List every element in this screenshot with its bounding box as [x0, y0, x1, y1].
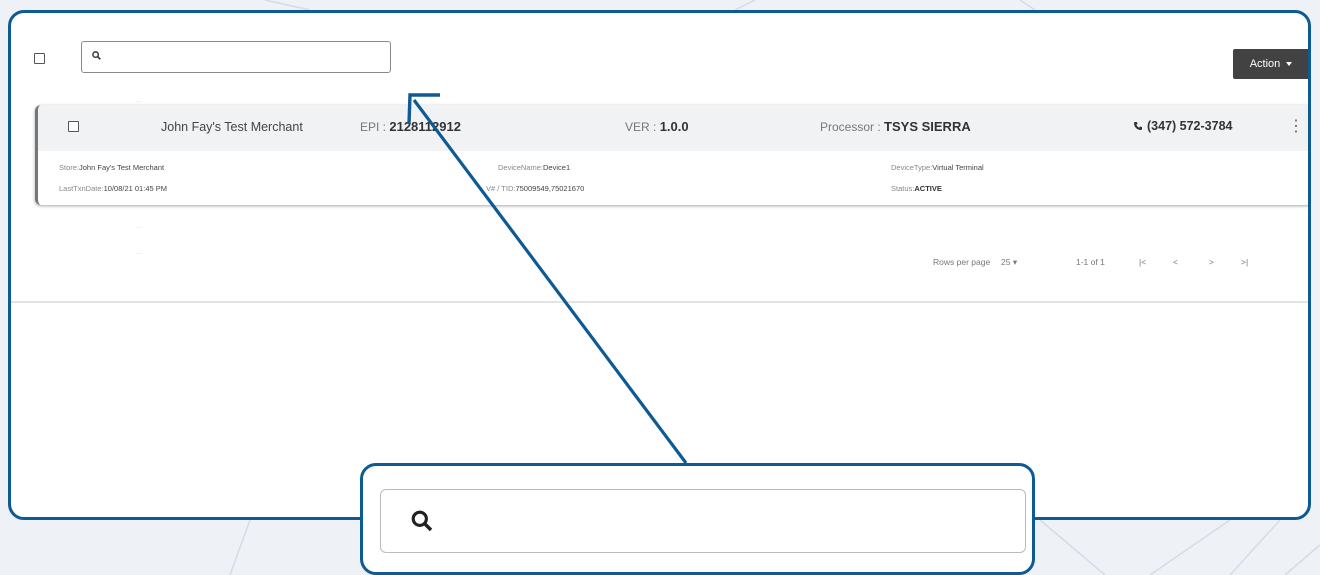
merchant-name: John Fay's Test Merchant — [161, 120, 303, 134]
version-field: VER : 1.0.0 — [625, 119, 689, 134]
phone-icon — [1134, 122, 1142, 130]
device-row-checkbox[interactable] — [68, 121, 79, 132]
ghost-row: — — [136, 225, 142, 231]
last-page-button[interactable]: >| — [1241, 257, 1248, 267]
section-divider — [11, 301, 1308, 303]
device-card[interactable]: John Fay's Test Merchant EPI : 212811291… — [35, 105, 1308, 205]
device-list-panel: Action — — — John Fay's Test Merchant EP… — [8, 10, 1311, 520]
search-icon — [411, 510, 433, 532]
search-icon — [92, 51, 101, 60]
next-page-button[interactable]: > — [1209, 257, 1214, 267]
caret-down-icon: ▾ — [1012, 257, 1018, 267]
rows-per-page-label: Rows per page — [933, 257, 991, 267]
device-type-detail: DeviceType:Virtual Terminal — [891, 163, 984, 172]
search-input[interactable] — [106, 46, 380, 70]
search-callout — [360, 463, 1035, 575]
search-field[interactable] — [81, 41, 391, 73]
prev-page-button[interactable]: < — [1173, 257, 1178, 267]
device-card-header: John Fay's Test Merchant EPI : 212811291… — [38, 105, 1308, 151]
device-name-detail: DeviceName:Device1 — [498, 163, 571, 172]
select-all-checkbox[interactable] — [34, 53, 45, 64]
vid-tid-detail: V# / TID:75009549,75021670 — [486, 184, 585, 193]
phone-number: (347) 572-3784 — [1133, 119, 1232, 133]
zoomed-search-input[interactable] — [451, 508, 1015, 536]
more-vertical-icon[interactable]: ⋮ — [1288, 119, 1304, 135]
rows-per-page-select[interactable]: 25 ▾ — [1001, 257, 1017, 268]
store-detail: Store:John Fay's Test Merchant — [59, 163, 165, 172]
last-txn-detail: LastTxnDate:10/08/21 01:45 PM — [59, 184, 167, 193]
chevron-down-icon — [1286, 62, 1293, 66]
action-button-label: Action — [1249, 58, 1281, 70]
first-page-button[interactable]: |< — [1139, 257, 1146, 267]
status-detail: Status:ACTIVE — [891, 184, 942, 193]
epi-field: EPI : 2128112912 — [360, 119, 461, 134]
zoomed-search-field[interactable] — [380, 489, 1026, 553]
page-range: 1-1 of 1 — [1076, 257, 1105, 267]
processor-field: Processor : TSYS SIERRA — [820, 119, 971, 134]
action-button[interactable]: Action — [1233, 49, 1308, 79]
ghost-row: — — [136, 251, 142, 257]
